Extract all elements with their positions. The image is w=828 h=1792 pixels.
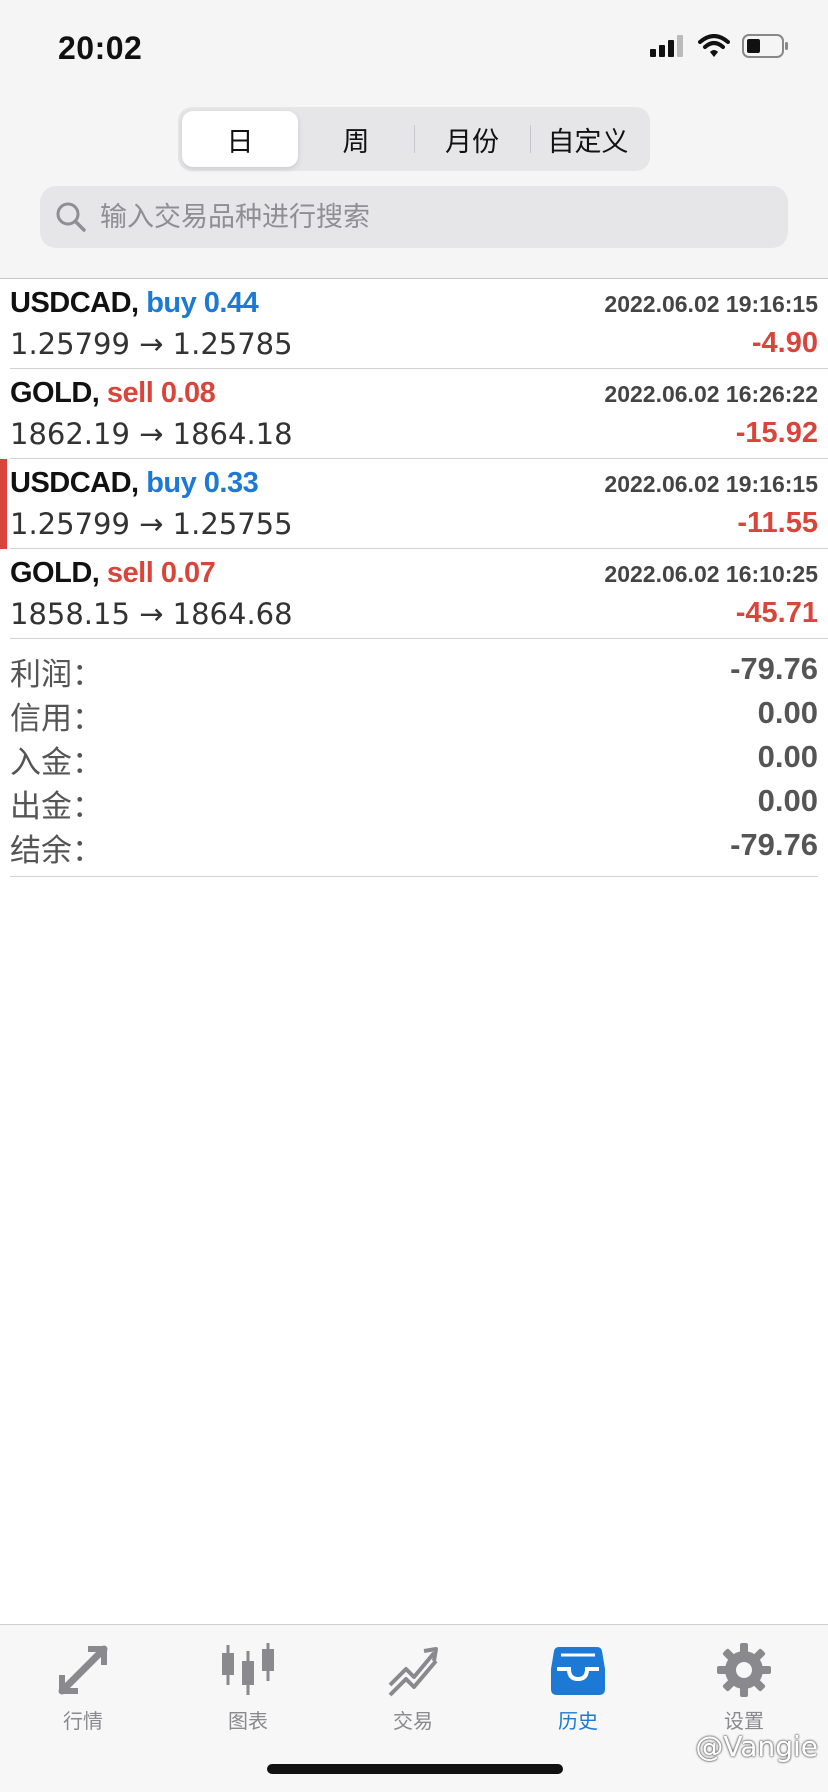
summary-label: 利润： xyxy=(10,657,103,693)
segment-custom[interactable]: 自定义 xyxy=(530,111,646,167)
trade-row[interactable]: GOLD, sell 0.07 2022.06.02 16:10:25 1858… xyxy=(10,549,828,639)
search-bar[interactable] xyxy=(40,186,788,248)
top-panel: 20:02 日 周 月份 自定义 xyxy=(0,0,828,278)
tab-label: 历史 xyxy=(558,1709,598,1733)
trade-profit: -15.92 xyxy=(735,417,818,449)
trade-symbol: USDCAD, xyxy=(10,467,139,499)
trade-prices: 1.25799 → 1.25785 xyxy=(10,327,293,361)
summary-value: 0.00 xyxy=(757,783,818,818)
trade-prices: 1.25799 → 1.25755 xyxy=(10,507,293,541)
segment-day[interactable]: 日 xyxy=(182,111,298,167)
trade-side: sell 0.08 xyxy=(106,377,216,409)
summary-credit: 信用： 0.00 xyxy=(10,693,818,737)
summary-value: -79.76 xyxy=(730,827,818,862)
settings-icon xyxy=(717,1643,771,1697)
summary-withdrawal: 出金： 0.00 xyxy=(10,781,818,825)
trade-symbol: GOLD, xyxy=(10,557,100,589)
summary-value: 0.00 xyxy=(757,739,818,774)
trade-profit: -4.90 xyxy=(751,327,818,359)
quotes-icon xyxy=(58,1645,108,1695)
tab-chart[interactable]: 图表 xyxy=(188,1641,308,1734)
trade-prices: 1862.19 → 1864.18 xyxy=(10,417,293,451)
summary-label: 结余： xyxy=(10,833,103,869)
trade-row[interactable]: USDCAD, buy 0.44 2022.06.02 19:16:15 1.2… xyxy=(10,279,828,369)
tab-label: 图表 xyxy=(228,1709,268,1733)
wifi-icon xyxy=(698,34,730,57)
segment-month[interactable]: 月份 xyxy=(414,111,530,167)
tab-label: 交易 xyxy=(393,1709,433,1733)
trade-symbol: GOLD, xyxy=(10,377,100,409)
period-selector: 日 周 月份 自定义 xyxy=(178,107,650,171)
watermark: @Vangie xyxy=(695,1730,818,1763)
trade-row[interactable]: GOLD, sell 0.08 2022.06.02 16:26:22 1862… xyxy=(10,369,828,459)
search-icon xyxy=(56,202,86,232)
segment-week[interactable]: 周 xyxy=(298,111,414,167)
summary-label: 入金： xyxy=(10,745,103,781)
tab-history[interactable]: 历史 xyxy=(518,1641,638,1734)
trade-side: sell 0.07 xyxy=(106,557,216,589)
tab-label: 行情 xyxy=(63,1709,103,1733)
summary-value: 0.00 xyxy=(757,695,818,730)
summary-label: 出金： xyxy=(10,789,103,825)
cellular-signal-icon xyxy=(650,35,683,57)
trade-time: 2022.06.02 16:26:22 xyxy=(604,381,818,407)
summary-label: 信用： xyxy=(10,701,103,737)
trade-time: 2022.06.02 19:16:15 xyxy=(604,471,818,497)
battery-icon xyxy=(742,34,788,58)
trade-icon xyxy=(388,1647,438,1697)
status-time: 20:02 xyxy=(58,30,143,66)
trade-time: 2022.06.02 19:16:15 xyxy=(604,291,818,317)
trade-symbol: USDCAD, xyxy=(10,287,139,319)
home-indicator xyxy=(267,1764,563,1774)
trade-side: buy 0.44 xyxy=(146,287,259,319)
trade-history-list: USDCAD, buy 0.44 2022.06.02 19:16:15 1.2… xyxy=(0,278,828,639)
summary-balance: 结余： -79.76 xyxy=(10,825,818,869)
summary-value: -79.76 xyxy=(730,651,818,686)
search-input[interactable] xyxy=(100,201,788,233)
status-icons xyxy=(650,34,790,58)
trade-time: 2022.06.02 16:10:25 xyxy=(604,561,818,587)
summary-deposit: 入金： 0.00 xyxy=(10,737,818,781)
tab-quotes[interactable]: 行情 xyxy=(23,1641,143,1734)
trade-profit: -45.71 xyxy=(735,597,818,629)
history-icon xyxy=(551,1647,605,1695)
tab-trade[interactable]: 交易 xyxy=(353,1641,473,1734)
trade-profit: -11.55 xyxy=(737,507,818,539)
trade-side: buy 0.33 xyxy=(146,467,259,499)
chart-icon xyxy=(222,1643,274,1695)
tab-settings[interactable]: 设置 xyxy=(684,1641,804,1734)
trade-prices: 1858.15 → 1864.68 xyxy=(10,597,293,631)
account-summary: 利润： -79.76 信用： 0.00 入金： 0.00 出金： 0.00 结余… xyxy=(10,637,818,877)
summary-profit: 利润： -79.76 xyxy=(10,649,818,693)
trade-row-selected[interactable]: USDCAD, buy 0.33 2022.06.02 19:16:15 1.2… xyxy=(0,459,828,549)
